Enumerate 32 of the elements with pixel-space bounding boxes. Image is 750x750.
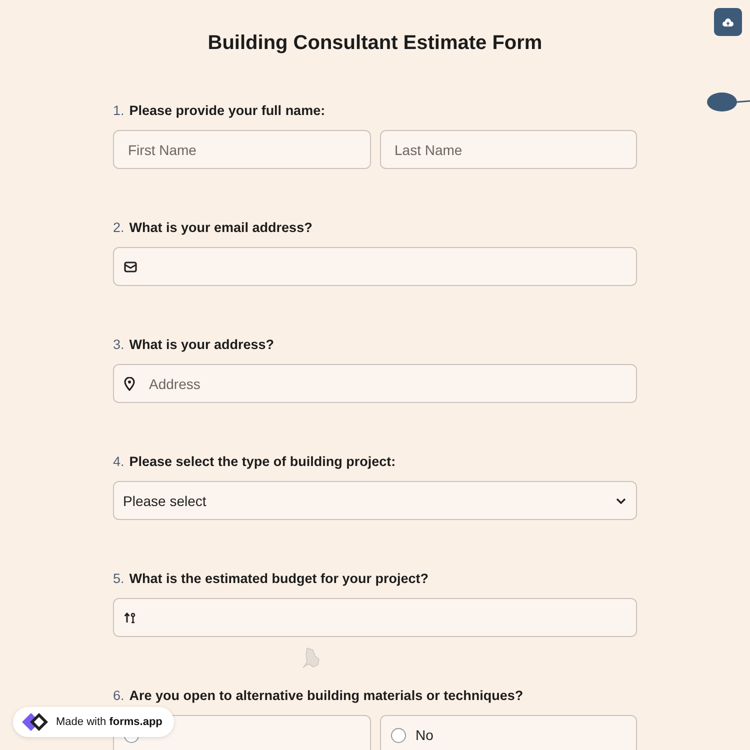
- question-number: 5.: [113, 570, 124, 587]
- form-title: Building Consultant Estimate Form: [208, 31, 542, 55]
- number-sort-icon: [124, 612, 136, 623]
- number-input-field[interactable]: [113, 598, 637, 637]
- chevron-down-icon: [616, 498, 626, 504]
- cloud-upload-icon: [722, 18, 734, 26]
- select-dropdown[interactable]: Please select: [113, 481, 637, 520]
- question-label: What is your address?: [129, 336, 274, 353]
- made-with-toast[interactable]: Made with forms.app: [13, 707, 174, 737]
- faded-icon: [301, 647, 321, 669]
- text-input-field[interactable]: First Name: [113, 130, 370, 169]
- handle-drawing: [706, 92, 750, 112]
- question-label: Are you open to alternative building materials or techniques?: [129, 687, 524, 704]
- location-pin-icon: [124, 376, 135, 390]
- question-number: 6.: [113, 687, 124, 704]
- badge-text: Made with forms.app: [56, 716, 162, 728]
- text-input-field[interactable]: Last Name: [380, 130, 637, 169]
- address-input-field[interactable]: Address: [113, 364, 637, 403]
- question-number: 4.: [113, 453, 124, 470]
- radio-option[interactable]: No: [380, 715, 637, 750]
- email-input-field[interactable]: [113, 247, 637, 286]
- question-label: What is your email address?: [129, 219, 312, 236]
- mail-icon: [124, 261, 137, 272]
- radio-button[interactable]: [390, 728, 406, 742]
- question-number: 3.: [113, 336, 124, 353]
- question-label: Please select the type of building project:: [129, 453, 396, 470]
- upload-button[interactable]: [714, 8, 742, 36]
- question-number: 1.: [113, 102, 124, 119]
- forms-logo-icon: [20, 711, 50, 733]
- question-label: What is the estimated budget for your project?: [129, 570, 429, 587]
- question-number: 2.: [113, 219, 124, 236]
- question-label: Please provide your full name:: [129, 102, 326, 119]
